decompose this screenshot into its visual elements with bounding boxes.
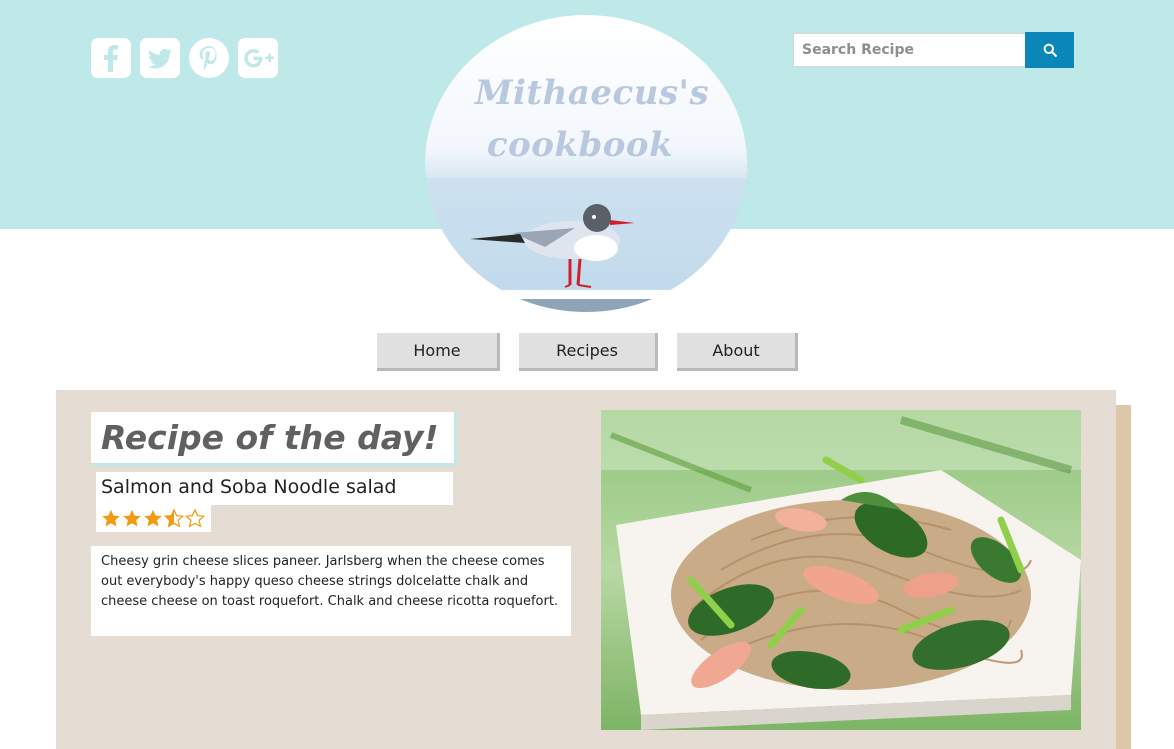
search-icon <box>1043 43 1057 57</box>
main-nav: Home Recipes About <box>0 333 1174 373</box>
recipe-name[interactable]: Salmon and Soba Noodle salad <box>96 472 453 505</box>
search-input[interactable] <box>793 33 1025 67</box>
panel-shadow <box>1116 405 1131 749</box>
nav-recipes[interactable]: Recipes <box>519 333 658 371</box>
star-half-icon <box>164 509 184 528</box>
nav-about[interactable]: About <box>677 333 798 371</box>
site-logo[interactable]: Mithaecus's cookbook <box>425 15 747 312</box>
star-full-icon <box>144 509 162 527</box>
logo-title-line-1: Mithaecus's <box>474 73 710 113</box>
nav-home[interactable]: Home <box>377 333 500 371</box>
recipe-of-the-day-heading: Recipe of the day! <box>91 412 457 466</box>
logo-title-line-2: cookbook <box>486 125 674 165</box>
search-bar <box>793 32 1074 68</box>
twitter-icon[interactable] <box>139 37 181 79</box>
rating-stars <box>96 505 211 532</box>
recipe-photo[interactable] <box>601 410 1081 730</box>
social-links <box>90 37 279 79</box>
star-full-icon <box>123 509 141 527</box>
star-full-icon <box>102 509 120 527</box>
recipe-description: Cheesy grin cheese slices paneer. Jarlsb… <box>91 546 571 636</box>
facebook-icon[interactable] <box>90 37 132 79</box>
google-plus-icon[interactable] <box>237 37 279 79</box>
star-empty-icon <box>185 509 205 528</box>
pinterest-icon[interactable] <box>188 37 230 79</box>
search-button[interactable] <box>1025 32 1074 68</box>
